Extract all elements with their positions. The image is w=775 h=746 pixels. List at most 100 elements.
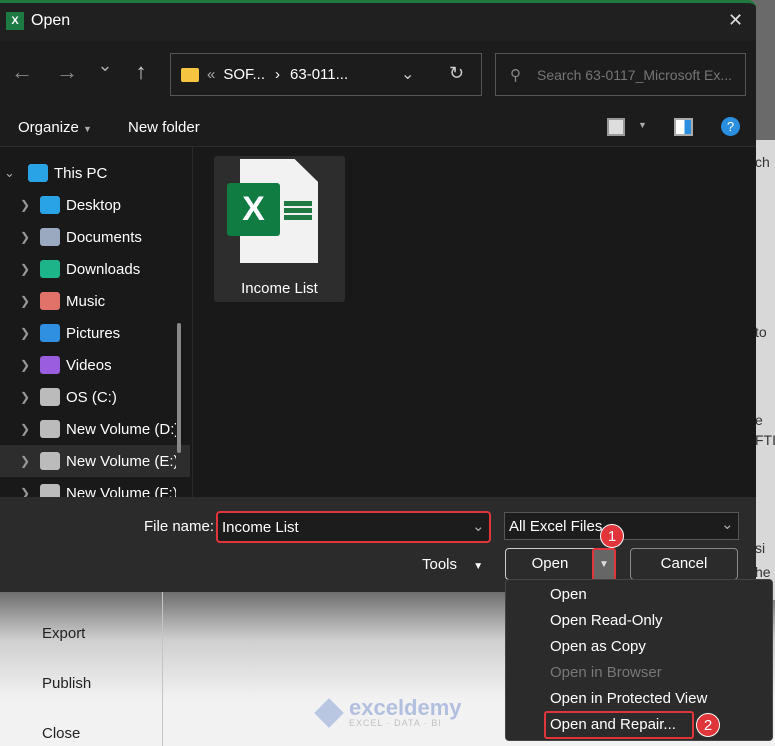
folder-icon: [40, 292, 60, 310]
tree-label: Videos: [66, 356, 112, 374]
chevron-right-icon[interactable]: ❯: [14, 390, 36, 404]
tree-label: Documents: [66, 228, 142, 246]
chevron-down-icon: ⌄: [721, 516, 734, 533]
tools-button[interactable]: Tools ▼: [422, 556, 483, 573]
file-type-value: All Excel Files: [509, 518, 603, 535]
sidebar-scrollbar[interactable]: [177, 323, 181, 453]
tree-item[interactable]: ❯ Music: [0, 285, 190, 317]
menu-item[interactable]: Open as Copy: [506, 634, 774, 660]
callout-2: 2: [696, 713, 720, 737]
navigation-pane: ⌄ This PC ❯ Desktop ❯ Documents ❯ Downloads ❯ M…: [0, 147, 192, 502]
tree-label: New Volume (E:): [66, 452, 176, 470]
highlight-open-and-repair: [544, 711, 694, 739]
preview-pane-icon[interactable]: [674, 118, 693, 136]
refresh-icon[interactable]: ↻: [449, 63, 464, 84]
chevron-right-icon[interactable]: ❯: [14, 422, 36, 436]
recent-locations-button[interactable]: ⌄: [93, 55, 117, 76]
backstage-export[interactable]: Export: [42, 625, 85, 642]
forward-button[interactable]: →: [55, 59, 79, 85]
menu-item[interactable]: Open in Browser: [506, 660, 774, 686]
address-bar[interactable]: « SOF... › 63-011... ⌄ ↻: [170, 53, 482, 96]
new-folder-button[interactable]: New folder: [128, 119, 200, 136]
breadcrumb-2[interactable]: 63-011...: [290, 66, 348, 83]
view-dropdown-icon[interactable]: ▼: [638, 120, 647, 130]
tree-item[interactable]: ❯ Documents: [0, 221, 190, 253]
navigation-bar: ← → ⌄ ↑ « SOF... › 63-011... ⌄ ↻ ⚲: [0, 41, 756, 107]
open-options-menu: Open Open Read-Only Open as Copy Open in Br…: [505, 579, 773, 741]
address-overflow: «: [207, 66, 216, 83]
tree-item[interactable]: ❯ Desktop: [0, 189, 190, 221]
tree-item[interactable]: ❯ New Volume (D:): [0, 413, 190, 445]
open-dropdown-button[interactable]: ▼: [592, 548, 616, 581]
exceldemy-watermark: exceldemy EXCEL · DATA · BI: [314, 697, 462, 728]
search-box[interactable]: ⚲: [495, 53, 746, 96]
tree-label: OS (C:): [66, 388, 117, 406]
backstage-publish[interactable]: Publish: [42, 675, 91, 692]
dialog-title: Open: [31, 12, 71, 29]
open-button[interactable]: Open: [506, 549, 594, 579]
dialog-body: ⌄ This PC ❯ Desktop ❯ Documents ❯ Downloads ❯ M…: [0, 147, 756, 502]
folder-icon: [40, 420, 60, 438]
chevron-right-icon[interactable]: ❯: [14, 262, 36, 276]
tree-label: Desktop: [66, 196, 122, 214]
chevron-right-icon[interactable]: ❯: [14, 230, 36, 244]
up-button[interactable]: ↑: [129, 59, 153, 85]
chevron-down-icon: ⌄: [4, 165, 15, 180]
tree-item[interactable]: ❯ New Volume (E:): [0, 445, 190, 477]
folder-icon: [40, 324, 60, 342]
dialog-footer: File name: Income List ⌄ All Excel Files…: [0, 497, 756, 592]
pane-divider: [192, 147, 193, 497]
search-icon: ⚲: [510, 66, 521, 84]
backstage-divider: [162, 592, 163, 746]
title-bar: X Open ✕: [0, 3, 756, 41]
menu-item[interactable]: Open in Protected View: [506, 686, 774, 712]
tree-label: This PC: [54, 164, 108, 182]
breadcrumb-separator: ›: [275, 66, 281, 83]
organize-button[interactable]: Organize ▼: [18, 119, 92, 136]
help-icon[interactable]: ?: [721, 117, 740, 136]
backstage-close[interactable]: Close: [42, 725, 80, 742]
menu-item[interactable]: Open Read-Only: [506, 608, 774, 634]
folder-icon: [40, 356, 60, 374]
view-options-icon[interactable]: [607, 118, 625, 136]
menu-item[interactable]: Open: [506, 582, 774, 608]
chevron-down-icon[interactable]: ⌄: [472, 517, 485, 535]
tree-label: Pictures: [66, 324, 121, 342]
folder-icon: [40, 196, 60, 214]
tree-label: Downloads: [66, 260, 141, 278]
back-button[interactable]: ←: [10, 59, 34, 85]
file-item-income-list[interactable]: X Income List: [214, 156, 345, 302]
file-name: Income List: [241, 280, 318, 297]
tree-item[interactable]: ❯ Videos: [0, 349, 190, 381]
caret-down-icon: ▼: [473, 561, 484, 572]
callout-1: 1: [600, 524, 624, 548]
excel-app-icon: X: [6, 12, 24, 30]
folder-icon: [181, 67, 199, 82]
toolbar: Organize ▼ New folder ▼ ?: [0, 107, 756, 147]
chevron-right-icon[interactable]: ❯: [14, 326, 36, 340]
folder-icon: [40, 452, 60, 470]
chevron-right-icon[interactable]: ❯: [14, 198, 36, 212]
caret-down-icon: ▼: [83, 124, 92, 134]
chevron-right-icon[interactable]: ❯: [14, 294, 36, 308]
tree-item[interactable]: ❯ Downloads: [0, 253, 190, 285]
chevron-right-icon[interactable]: ❯: [14, 454, 36, 468]
file-name-input[interactable]: Income List ⌄: [216, 511, 491, 543]
tree-item-this-pc[interactable]: ⌄ This PC: [0, 157, 190, 189]
excel-background-right: ch to e FTI si he: [755, 140, 775, 600]
folder-icon: [40, 260, 60, 278]
close-button[interactable]: ✕: [728, 10, 743, 31]
search-input[interactable]: [537, 66, 742, 83]
tree-item[interactable]: ❯ Pictures: [0, 317, 190, 349]
tree-item[interactable]: ❯ OS (C:): [0, 381, 190, 413]
cancel-button[interactable]: Cancel: [630, 548, 738, 580]
folder-icon: [40, 228, 60, 246]
excel-file-icon: X: [227, 183, 280, 236]
open-dialog: X Open ✕ ← → ⌄ ↑ « SOF... › 63-011... ⌄ …: [0, 0, 756, 592]
chevron-right-icon[interactable]: ❯: [14, 358, 36, 372]
tree-label: New Volume (D:): [66, 420, 176, 438]
breadcrumb-1[interactable]: SOF...: [223, 66, 265, 83]
address-dropdown-icon[interactable]: ⌄: [401, 64, 414, 84]
folder-icon: [40, 388, 60, 406]
tools-label: Tools: [422, 556, 458, 573]
